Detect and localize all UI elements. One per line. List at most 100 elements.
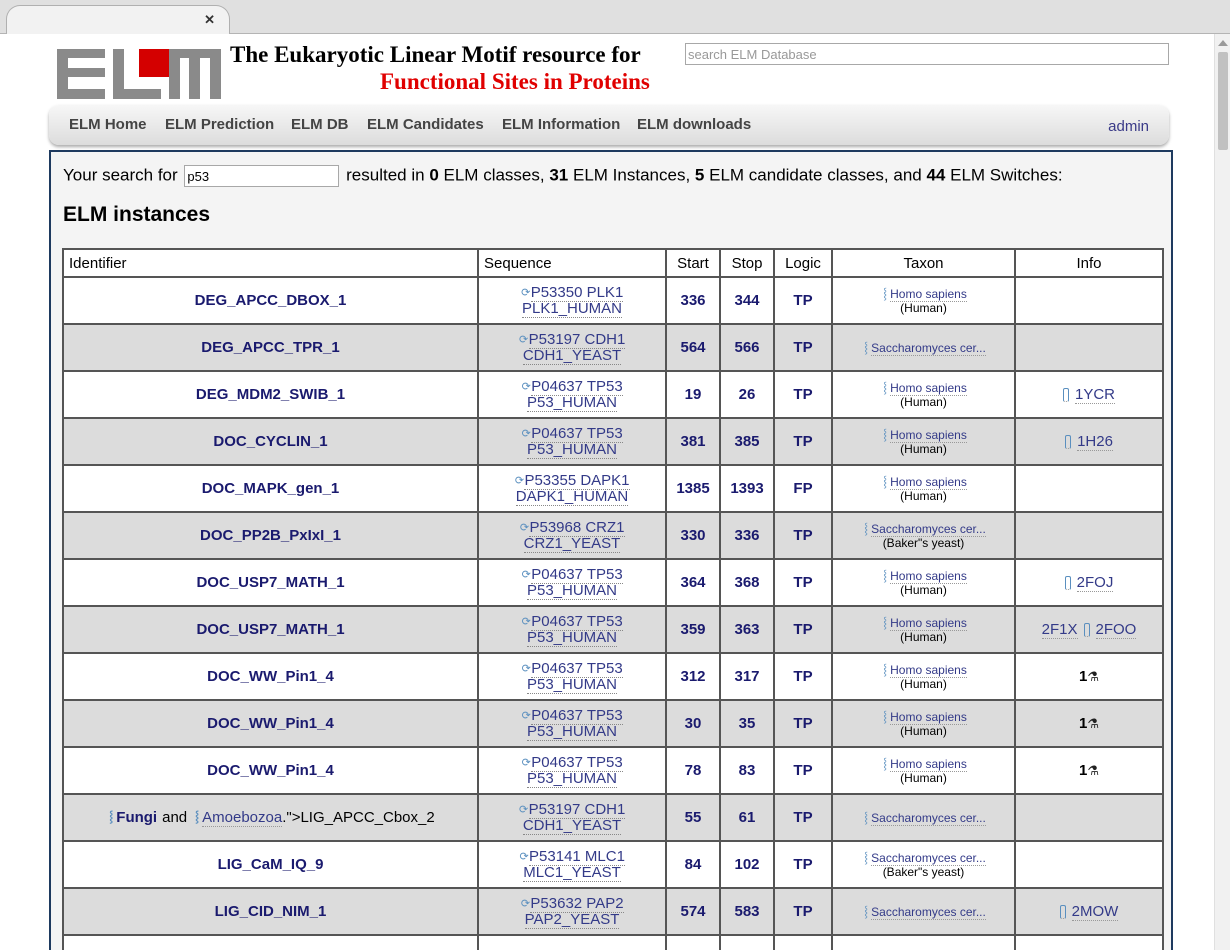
taxon-link-fungi[interactable]: Fungi (116, 809, 157, 826)
sequence-name-link[interactable]: P53_HUMAN (526, 675, 618, 694)
sequence-name-link[interactable]: P53_HUMAN (526, 722, 618, 741)
sequence-name-link[interactable]: CDH1_YEAST (522, 346, 622, 365)
sequence-accession-link[interactable]: P04637 TP53 (531, 753, 623, 772)
sequence-accession-link[interactable]: P04637 TP53 (531, 565, 623, 584)
pdb-link[interactable]: 2MOW (1071, 903, 1119, 921)
taxon-link[interactable]: Homo sapiens (890, 615, 967, 631)
identifier-link[interactable]: DOC_USP7_MATH_1 (196, 574, 344, 591)
sequence-accession-link[interactable]: P04637 TP53 (531, 612, 623, 631)
pdb-link[interactable]: 2FOJ (1076, 574, 1114, 592)
nav-elm-prediction[interactable]: ELM Prediction (165, 116, 274, 133)
sequence-accession-link[interactable]: P04637 TP53 (531, 377, 623, 396)
col-start[interactable]: Start (665, 248, 721, 278)
sequence-name-link[interactable]: P53_HUMAN (526, 393, 618, 412)
taxon-link[interactable]: Homo sapiens (890, 709, 967, 725)
sequence-accession-link[interactable]: P53141 MLC1 (529, 847, 625, 866)
elm-logo[interactable] (57, 49, 221, 99)
pdb-link[interactable]: 1YCR (1074, 386, 1115, 404)
sequence-icon: ⟳ (520, 897, 531, 910)
query-input[interactable] (184, 165, 340, 187)
taxon-link[interactable]: Saccharomyces cer... (871, 850, 986, 866)
sequence-accession-link[interactable]: P04637 TP53 (531, 424, 623, 443)
table-row: DOC_USP7_MATH_1 ⟳P04637 TP53 P53_HUMAN 359 3… (62, 605, 1164, 654)
sequence-name-link[interactable]: CRZ1_YEAST (523, 534, 621, 553)
col-sequence[interactable]: Sequence (477, 248, 667, 278)
browser-tab[interactable]: ✕ (6, 5, 230, 35)
cell-logic: TP (773, 746, 833, 795)
microscope-icon[interactable]: ⚗ (1087, 763, 1099, 779)
sequence-name-link[interactable]: PLK1_HUMAN (521, 299, 623, 318)
nav-elm-db[interactable]: ELM DB (291, 116, 349, 133)
identifier-link[interactable]: DEG_APCC_DBOX_1 (195, 292, 347, 309)
sequence-name-link[interactable]: P53_HUMAN (526, 628, 618, 647)
scroll-up-icon[interactable] (1218, 40, 1228, 46)
sequence-accession-link[interactable]: P53968 CRZ1 (529, 518, 625, 537)
taxon-link[interactable]: Homo sapiens (890, 568, 967, 584)
taxon-link[interactable]: Homo sapiens (890, 427, 967, 443)
identifier-link[interactable]: DOC_WW_Pin1_4 (207, 668, 334, 685)
taxon-link[interactable]: Homo sapiens (890, 662, 967, 678)
taxon-link-amoebozoa[interactable]: Amoebozoa (202, 809, 283, 827)
identifier-link[interactable]: DOC_MAPK_gen_1 (202, 480, 340, 497)
microscope-icon[interactable]: ⚗ (1087, 716, 1099, 732)
sequence-name-link[interactable]: PAP2_YEAST (524, 910, 620, 929)
identifier-link[interactable]: DOC_USP7_MATH_1 (196, 621, 344, 638)
microscope-icon[interactable]: ⚗ (1087, 669, 1099, 685)
sequence-accession-link[interactable]: P53355 DAPK1 (524, 471, 630, 490)
sequence-icon: ⟳ (519, 521, 530, 534)
sequence-accession-link[interactable]: P04637 TP53 (531, 706, 623, 725)
taxon-link[interactable]: Saccharomyces cer... (871, 904, 986, 920)
col-taxon[interactable]: Taxon (831, 248, 1016, 278)
sequence-name-link[interactable]: P53_HUMAN (526, 769, 618, 788)
sequence-accession-link[interactable]: P53197 CDH1 (528, 800, 626, 819)
taxon-link[interactable]: Saccharomyces cer... (871, 810, 986, 826)
identifier-link[interactable]: DOC_WW_Pin1_4 (207, 715, 334, 732)
identifier-link[interactable]: LIG_CID_NIM_1 (215, 903, 327, 920)
close-tab-icon[interactable]: ✕ (204, 12, 215, 28)
col-logic[interactable]: Logic (773, 248, 833, 278)
sequence-name-link[interactable]: DAPK1_HUMAN (515, 487, 629, 506)
sequence-accession-link[interactable]: P04637 TP53 (531, 659, 623, 678)
scrollbar[interactable] (1214, 34, 1230, 950)
taxon-link[interactable]: Homo sapiens (890, 380, 967, 396)
pdb-link[interactable]: 1H26 (1077, 433, 1113, 451)
identifier-link[interactable]: DOC_WW_Pin1_4 (207, 762, 334, 779)
identifier-link[interactable]: DOC_CYCLIN_1 (213, 433, 327, 450)
nav-admin-link[interactable]: admin (1108, 118, 1149, 135)
sequence-accession-link[interactable]: P53632 PAP2 (530, 894, 624, 913)
taxon-common-name: (Human) (900, 723, 947, 738)
sequence-name-link[interactable]: CDH1_YEAST (522, 816, 622, 835)
sequence-icon: ⟳ (521, 662, 531, 675)
sequence-accession-link[interactable]: P53197 CDH1 (528, 330, 626, 349)
taxon-link[interactable]: Saccharomyces cer... (871, 340, 986, 356)
pdb-link-2[interactable]: 2FOO (1095, 621, 1137, 639)
nav-elm-home[interactable]: ELM Home (69, 116, 147, 133)
nav-elm-information[interactable]: ELM Information (502, 116, 620, 133)
cell-logic: FP (773, 464, 833, 513)
identifier-link[interactable]: DEG_MDM2_SWIB_1 (196, 386, 345, 403)
identifier-link[interactable]: DOC_PP2B_PxIxI_1 (200, 527, 341, 544)
taxon-tree-icon: ⸾ (883, 757, 888, 770)
col-stop[interactable]: Stop (719, 248, 775, 278)
sequence-name-link[interactable]: P53_HUMAN (526, 440, 618, 459)
taxon-link[interactable]: Homo sapiens (890, 756, 967, 772)
instances-table: Identifier Sequence Start Stop Logic Tax… (62, 248, 1164, 950)
sequence-name-link[interactable]: MLC1_YEAST (523, 863, 621, 882)
taxon-link[interactable]: Homo sapiens (890, 474, 967, 490)
taxon-link[interactable]: Saccharomyces cer... (871, 521, 986, 537)
identifier-link[interactable]: LIG_CaM_IQ_9 (218, 856, 324, 873)
sequence-name-link[interactable]: P53_HUMAN (526, 581, 618, 600)
scrollbar-thumb[interactable] (1218, 52, 1228, 150)
col-info[interactable]: Info (1014, 248, 1164, 278)
nav-elm-candidates[interactable]: ELM Candidates (367, 116, 484, 133)
cell-taxon: ⸾ Homo sapiens (Human) (831, 746, 1016, 795)
sequence-accession-link[interactable]: P53350 PLK1 (530, 283, 624, 302)
taxon-link[interactable]: Homo sapiens (890, 286, 967, 302)
taxon-tree-icon: ⸾ (883, 616, 888, 629)
pdb-link[interactable]: 2F1X (1041, 621, 1078, 639)
nav-elm-downloads[interactable]: ELM downloads (637, 116, 751, 133)
identifier-link[interactable]: DEG_APCC_TPR_1 (201, 339, 339, 356)
col-identifier[interactable]: Identifier (62, 248, 479, 278)
search-input[interactable] (685, 43, 1169, 65)
cell-logic: TP (773, 370, 833, 419)
